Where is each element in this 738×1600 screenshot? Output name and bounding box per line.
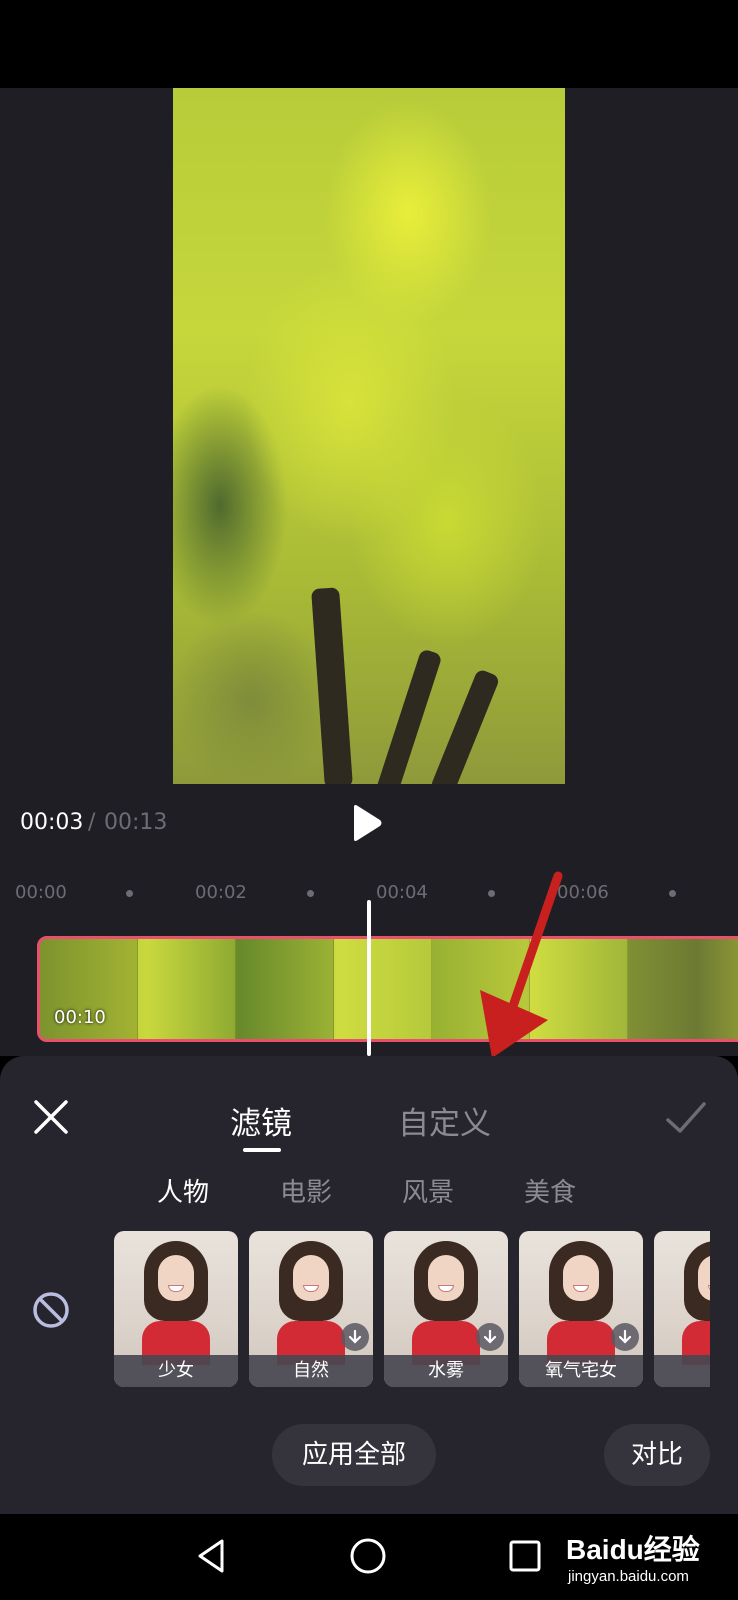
download-icon bbox=[476, 1323, 504, 1351]
back-triangle-icon bbox=[198, 1539, 224, 1573]
apply-all-button[interactable]: 应用全部 bbox=[272, 1424, 436, 1486]
tab-filter[interactable]: 滤镜 bbox=[230, 1098, 292, 1143]
download-icon bbox=[611, 1323, 639, 1351]
check-icon bbox=[666, 1102, 706, 1133]
clip-frame bbox=[334, 939, 432, 1039]
tree-trunk bbox=[429, 668, 501, 784]
video-clip[interactable]: 00:10 bbox=[37, 936, 738, 1042]
close-button[interactable] bbox=[30, 1096, 72, 1138]
filter-label: Z bbox=[654, 1355, 710, 1387]
play-button[interactable] bbox=[346, 802, 386, 844]
filter-item[interactable]: Z bbox=[654, 1231, 710, 1387]
filter-label: 水雾 bbox=[384, 1355, 508, 1387]
tree-trunk bbox=[311, 587, 353, 784]
clip-frame bbox=[138, 939, 236, 1039]
compare-button[interactable]: 对比 bbox=[604, 1424, 710, 1486]
filter-item[interactable]: 自然 bbox=[249, 1231, 373, 1387]
filter-label: 自然 bbox=[249, 1355, 373, 1387]
home-circle-icon bbox=[350, 1538, 386, 1574]
playback-controls: 00:03 / 00:13 bbox=[0, 784, 738, 862]
no-filter-button[interactable] bbox=[30, 1289, 72, 1331]
current-time: 00:03 bbox=[20, 810, 84, 835]
category-film[interactable]: 电影 bbox=[280, 1172, 332, 1209]
status-bar bbox=[0, 0, 738, 88]
back-button[interactable] bbox=[192, 1536, 232, 1576]
confirm-button[interactable] bbox=[664, 1096, 708, 1140]
no-filter-icon bbox=[33, 1292, 69, 1328]
playhead[interactable] bbox=[367, 900, 371, 1056]
category-scenery[interactable]: 风景 bbox=[402, 1172, 454, 1209]
recents-square-icon bbox=[509, 1540, 541, 1572]
timeline-dot bbox=[126, 890, 133, 897]
timeline[interactable]: 00:00 00:02 00:04 00:06 00:10 bbox=[0, 862, 738, 1056]
clip-duration: 00:10 bbox=[54, 1007, 106, 1028]
clip-frame bbox=[628, 939, 738, 1039]
filter-panel: 滤镜 自定义 人物 电影 风景 美食 少女 自然 水雾 氧气宅女 应用全部 对比 bbox=[0, 1056, 738, 1514]
timeline-tick: 00:02 bbox=[195, 882, 247, 903]
filter-item[interactable]: 水雾 bbox=[384, 1231, 508, 1387]
recents-button[interactable] bbox=[505, 1536, 545, 1576]
category-food[interactable]: 美食 bbox=[524, 1172, 576, 1209]
timeline-dot bbox=[669, 890, 676, 897]
filter-list[interactable]: 少女 自然 水雾 氧气宅女 bbox=[114, 1231, 710, 1387]
filter-label: 少女 bbox=[114, 1355, 238, 1387]
clip-frame bbox=[236, 939, 334, 1039]
filter-label: 氧气宅女 bbox=[519, 1355, 643, 1387]
tree-trunk bbox=[375, 648, 443, 784]
play-icon bbox=[354, 805, 382, 841]
timeline-dot bbox=[488, 890, 495, 897]
total-time: 00:13 bbox=[104, 810, 168, 835]
video-preview-area bbox=[0, 88, 738, 784]
timeline-dot bbox=[307, 890, 314, 897]
tab-active-indicator bbox=[243, 1148, 281, 1152]
time-separator: / bbox=[88, 810, 96, 835]
download-icon bbox=[341, 1323, 369, 1351]
timeline-tick: 00:06 bbox=[557, 882, 609, 903]
clip-frame bbox=[530, 939, 628, 1039]
clip-frame bbox=[432, 939, 530, 1039]
video-frame[interactable] bbox=[173, 88, 565, 784]
filter-item[interactable]: 氧气宅女 bbox=[519, 1231, 643, 1387]
close-icon bbox=[34, 1100, 68, 1134]
category-people[interactable]: 人物 bbox=[157, 1172, 209, 1209]
home-button[interactable] bbox=[348, 1536, 388, 1576]
timeline-tick: 00:04 bbox=[376, 882, 428, 903]
timeline-tick: 00:00 bbox=[15, 882, 67, 903]
tab-custom[interactable]: 自定义 bbox=[398, 1098, 491, 1143]
filter-item[interactable]: 少女 bbox=[114, 1231, 238, 1387]
system-nav-bar bbox=[0, 1514, 738, 1600]
